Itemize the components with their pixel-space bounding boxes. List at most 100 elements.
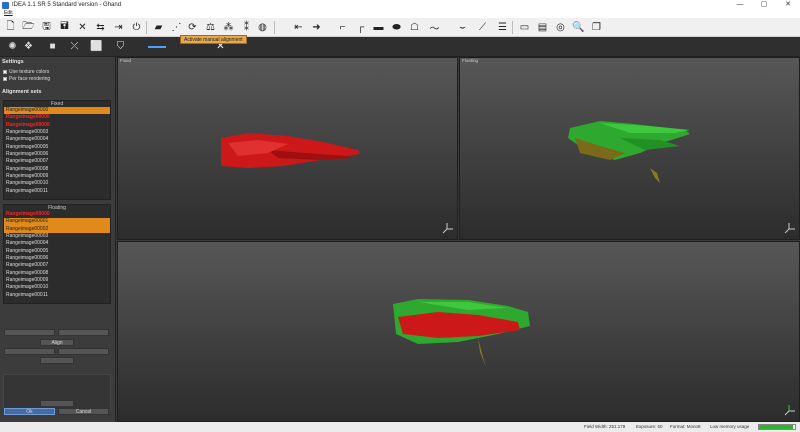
memory-progress-fill: [759, 425, 794, 429]
list-item[interactable]: Rangeimage00004: [4, 240, 110, 247]
list-item[interactable]: Rangeimage00009: [4, 173, 110, 180]
hook-icon[interactable]: ⌐: [336, 21, 349, 34]
white-square-icon[interactable]: ⬜: [90, 40, 103, 53]
arrow-right-icon[interactable]: ➜: [310, 21, 323, 34]
floating-mesh: [568, 121, 690, 183]
swap-icon[interactable]: ⇆: [94, 21, 107, 34]
network-icon[interactable]: ⋰: [170, 21, 183, 34]
format-status: Format: Mono8: [670, 424, 701, 429]
list-item[interactable]: Rangeimage00009: [4, 277, 110, 284]
menu-edit[interactable]: Edit: [4, 10, 13, 16]
list-item[interactable]: Rangeimage00006: [4, 151, 110, 158]
fixed-mesh: [221, 133, 360, 168]
stop-icon[interactable]: ■: [46, 40, 59, 53]
save-as-icon[interactable]: 🖬: [58, 21, 71, 34]
align-icon[interactable]: ⚖: [204, 21, 217, 34]
status-bar: Field Width: 251.178 Exposure: 50 Format…: [0, 422, 800, 432]
close-icon[interactable]: ✕: [76, 21, 89, 34]
view-icon[interactable]: ▤: [536, 21, 549, 34]
blank-button-1[interactable]: [4, 329, 55, 336]
memory-progress: [758, 424, 796, 430]
slider-icon[interactable]: [148, 46, 166, 48]
lasso-icon[interactable]: ☖: [408, 21, 421, 34]
list-item[interactable]: Rangeimage00005: [4, 248, 110, 255]
blank-button-6[interactable]: [40, 400, 74, 407]
axis-gizmo: [784, 405, 795, 416]
list-item[interactable]: Rangeimage00000: [4, 122, 110, 129]
open-folder-icon[interactable]: 🗁: [22, 21, 35, 34]
window-icon[interactable]: ▭: [518, 21, 531, 34]
alignment-sets-title: Alignment sets: [2, 89, 42, 95]
layers-icon[interactable]: ☰: [496, 21, 509, 34]
list-item[interactable]: Rangeimage00006: [4, 255, 110, 262]
list-item[interactable]: Rangeimage00000: [4, 114, 110, 121]
list-item[interactable]: Rangeimage00000: [4, 211, 110, 218]
arrow-left-icon[interactable]: ⇤: [292, 21, 305, 34]
list-item[interactable]: Rangeimage00005: [4, 144, 110, 151]
main-toolbar: 🗋 🗁 🖫 🖬 ✕ ⇆ ⇥ ⏻ ▰ ⋰ ⟳ ⚖ ⁂ ⁑ ◍ ⇤ ➜ ⌐ ┌ ▬ …: [0, 18, 800, 37]
rect-icon[interactable]: ▬: [372, 21, 385, 34]
copy-icon[interactable]: ❐: [590, 21, 603, 34]
list-item[interactable]: Rangeimage00008: [4, 270, 110, 277]
curve2-icon[interactable]: ⌣: [456, 21, 469, 34]
fixed-list[interactable]: Fixed Rangeimage00000 Rangeimage00000 Rang…: [3, 100, 111, 200]
sun-icon[interactable]: ✺: [6, 40, 19, 53]
use-texture-checkbox[interactable]: Use texture colors: [3, 69, 49, 75]
floating-viewport[interactable]: Floating: [459, 57, 800, 240]
eye-icon[interactable]: ◎: [554, 21, 567, 34]
list-item[interactable]: Rangeimage00000: [4, 107, 110, 115]
power-icon[interactable]: ⏻: [130, 21, 143, 34]
axis-gizmo: [784, 223, 795, 234]
blank-button-2[interactable]: [58, 329, 109, 336]
list-item[interactable]: Rangeimage00010: [4, 284, 110, 291]
list-item[interactable]: Rangeimage00010: [4, 180, 110, 187]
export-icon[interactable]: ⇥: [112, 21, 125, 34]
per-face-checkbox[interactable]: Per face rendering: [3, 76, 50, 82]
alignment-panel: Settings Use texture colors Per face ren…: [0, 57, 116, 422]
close-window-button[interactable]: ✕: [776, 0, 800, 10]
memory-status: Low memory usage: [710, 424, 750, 429]
merged-mesh: [393, 299, 530, 367]
list-item[interactable]: Rangeimage00001: [4, 218, 110, 226]
list-item[interactable]: Rangeimage00008: [4, 166, 110, 173]
corner-icon[interactable]: ┌: [354, 21, 367, 34]
list-item[interactable]: Rangeimage00002: [4, 225, 110, 234]
points-icon[interactable]: ⁂: [222, 21, 235, 34]
maximize-button[interactable]: ▢: [752, 0, 776, 10]
cluster-icon[interactable]: ❖: [22, 40, 35, 53]
search-icon[interactable]: 🔍: [572, 21, 585, 34]
menu-bar: Edit: [0, 10, 800, 18]
list-item[interactable]: Rangeimage00011: [4, 188, 110, 195]
ellipse-icon[interactable]: ⬬: [390, 21, 403, 34]
line-icon[interactable]: ⟋: [476, 21, 489, 34]
transform-icon[interactable]: ⤫: [68, 40, 81, 53]
list-item[interactable]: Rangeimage00011: [4, 292, 110, 299]
merge-icon[interactable]: ⁑: [240, 21, 253, 34]
cancel-button[interactable]: Cancel: [58, 408, 109, 415]
app-icon: [2, 1, 9, 9]
refresh-icon[interactable]: ⟳: [186, 21, 199, 34]
blank-button-3[interactable]: [4, 348, 55, 355]
title-bar: IDEA 1.1 SR 5 Standard version - Ghand —…: [0, 0, 800, 10]
list-item[interactable]: Rangeimage00007: [4, 158, 110, 165]
blank-button-5[interactable]: [40, 357, 74, 364]
scan-icon[interactable]: ▰: [152, 21, 165, 34]
ok-button[interactable]: Ok: [4, 408, 55, 415]
floating-list[interactable]: Floating Rangeimage00000 Rangeimage00001 R…: [3, 204, 111, 304]
list-item[interactable]: Rangeimage00003: [4, 233, 110, 240]
fixed-viewport[interactable]: Fixed: [117, 57, 458, 240]
list-item[interactable]: Rangeimage00007: [4, 262, 110, 269]
align-button[interactable]: Align: [40, 339, 74, 346]
field-width-status: Field Width: 251.178: [584, 424, 626, 429]
mesh-icon[interactable]: ◍: [256, 21, 269, 34]
save-icon[interactable]: 🖫: [40, 21, 53, 34]
merged-viewport[interactable]: [117, 241, 800, 422]
minimize-button[interactable]: —: [728, 0, 752, 10]
curve-icon[interactable]: 〜: [428, 21, 441, 35]
blank-button-4[interactable]: [58, 348, 109, 355]
new-file-icon[interactable]: 🗋: [4, 21, 17, 34]
list-item[interactable]: Rangeimage00003: [4, 129, 110, 136]
list-item[interactable]: Rangeimage00004: [4, 136, 110, 143]
badge-icon[interactable]: ⛉: [114, 40, 127, 53]
checkbox-icon: [3, 77, 7, 81]
